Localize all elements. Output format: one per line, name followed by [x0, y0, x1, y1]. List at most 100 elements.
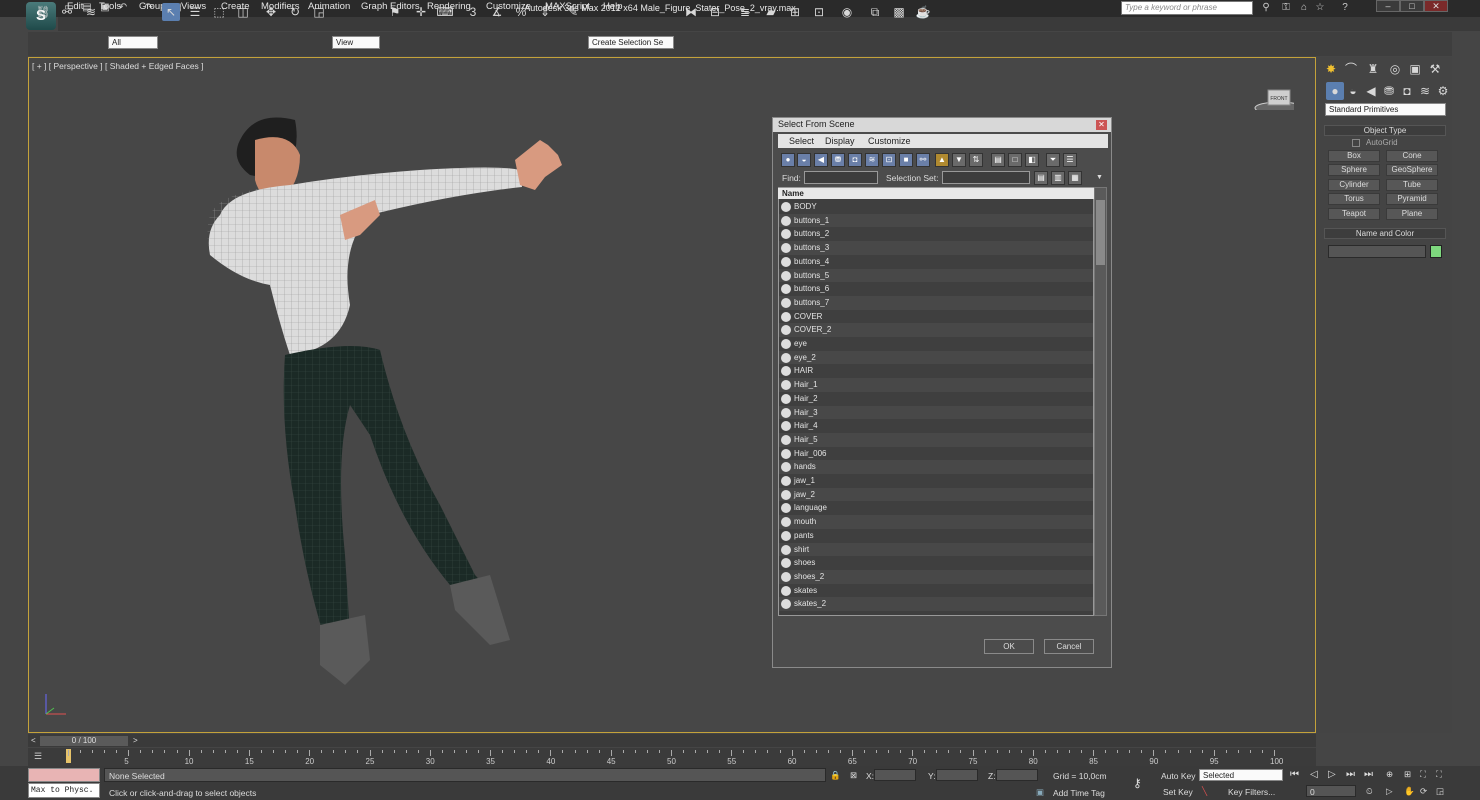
list-item[interactable]: Hair_1	[779, 378, 1093, 392]
filter-options-icon[interactable]: ☰	[1063, 153, 1077, 167]
next-frame-icon[interactable]: ⏭	[1346, 769, 1355, 780]
favorites-star-icon[interactable]: ☆	[1313, 2, 1327, 14]
filter-xrefs-icon[interactable]: ■	[899, 153, 913, 167]
auto-key-button[interactable]: Auto Key	[1161, 771, 1196, 781]
mini-curve-editor-icon[interactable]: ☰	[34, 751, 48, 762]
subscription-icon[interactable]: ⚿	[1279, 2, 1293, 14]
filter-lights-icon[interactable]: ◀	[814, 153, 828, 167]
named-selection-set-dropdown[interactable]: Create Selection Se	[588, 36, 674, 49]
scene-object-list[interactable]: BODY buttons_1 buttons_2 buttons_3 butto…	[778, 187, 1094, 616]
filter-helpers-icon[interactable]: ◘	[848, 153, 862, 167]
window-crossing-icon[interactable]: ◫	[234, 3, 252, 21]
dialog-options-chevron-icon[interactable]: ▼	[1096, 174, 1103, 181]
curve-editor-icon[interactable]: ⊞	[786, 3, 804, 21]
y-coordinate-field[interactable]	[936, 769, 978, 781]
select-invert-icon[interactable]: ◧	[1025, 153, 1039, 167]
selection-filter-dropdown[interactable]: All	[108, 36, 158, 49]
space-warps-icon[interactable]: ≋	[1416, 82, 1434, 100]
maximize-button[interactable]: □	[1400, 0, 1424, 12]
selection-set-dropdown[interactable]	[942, 171, 1030, 184]
systems-icon[interactable]: ⚙	[1434, 82, 1452, 100]
rotate-icon[interactable]: ↻	[286, 3, 304, 21]
unlink-icon[interactable]: ⚯	[58, 3, 76, 21]
filter-cameras-icon[interactable]: ⛃	[831, 153, 845, 167]
display-tab-icon[interactable]: ▣	[1406, 60, 1424, 78]
goto-start-icon[interactable]: ⏮	[1290, 769, 1299, 780]
schematic-view-icon[interactable]: ⊡	[810, 3, 828, 21]
key-mode-dropdown[interactable]: Selected	[1199, 769, 1283, 781]
move-icon[interactable]: ✥	[262, 3, 280, 21]
minimize-button[interactable]: –	[1376, 0, 1400, 12]
display-invert-icon[interactable]: ⇅	[969, 153, 983, 167]
maxscript-listener[interactable]	[28, 768, 100, 782]
display-all-icon[interactable]: ▲	[935, 153, 949, 167]
dialog-menu-customize[interactable]: Customize	[868, 136, 911, 146]
list-item[interactable]: mouth	[779, 515, 1093, 529]
list-item[interactable]: buttons_4	[779, 255, 1093, 269]
selection-lock-icon[interactable]: 🔒	[830, 770, 841, 781]
keyboard-shortcut-override-icon[interactable]: ⌨	[436, 3, 454, 21]
dialog-close-button[interactable]: ✕	[1096, 120, 1107, 130]
tube-button[interactable]: Tube	[1386, 179, 1438, 191]
list-item[interactable]: buttons_5	[779, 268, 1093, 283]
zoom-all-icon[interactable]: ⊞	[1404, 769, 1411, 780]
key-pencil-icon[interactable]: ╲	[1202, 786, 1207, 797]
goto-end-icon[interactable]: ⏭	[1364, 769, 1373, 780]
dialog-menu-display[interactable]: Display	[825, 136, 855, 146]
list-item[interactable]: language	[779, 501, 1093, 515]
list-item[interactable]: hands	[779, 460, 1093, 474]
select-manipulate-icon[interactable]: ✛	[412, 3, 430, 21]
list-item[interactable]: shoes	[779, 556, 1093, 570]
link-icon[interactable]: ⛓	[34, 3, 52, 21]
select-object-icon[interactable]: ↖	[162, 3, 180, 21]
time-tag-icon[interactable]: ▣	[1036, 787, 1044, 798]
angle-snap-icon[interactable]: ∡	[488, 3, 506, 21]
cone-button[interactable]: Cone	[1386, 150, 1438, 162]
material-editor-icon[interactable]: ◉	[838, 3, 856, 21]
pan-icon[interactable]: ✋	[1404, 786, 1415, 797]
box-button[interactable]: Box	[1328, 150, 1380, 162]
search-input[interactable]: Type a keyword or phrase	[1121, 1, 1253, 15]
previous-frame-icon[interactable]: ◁	[1310, 769, 1318, 780]
modify-tab-icon[interactable]: ⌒	[1342, 60, 1360, 78]
object-name-field[interactable]	[1328, 245, 1426, 258]
list-item[interactable]: skates	[779, 584, 1093, 598]
lights-icon[interactable]: ◀	[1362, 82, 1380, 100]
cameras-icon[interactable]: ⛃	[1380, 82, 1398, 100]
list-item[interactable]: shirt	[779, 542, 1093, 557]
list-item[interactable]: Hair_5	[779, 432, 1093, 447]
reference-coord-dropdown[interactable]: View	[332, 36, 380, 49]
dialog-menu-select[interactable]: Select	[789, 136, 814, 146]
orbit-icon[interactable]: ⟳	[1420, 786, 1427, 797]
filter-funnel-icon[interactable]: ⏷	[1046, 153, 1060, 167]
z-coordinate-field[interactable]	[996, 769, 1038, 781]
edit-named-selection-icon[interactable]: ✎	[564, 3, 582, 21]
filter-bones-icon[interactable]: ⚯	[916, 153, 930, 167]
list-item[interactable]: Hair_2	[779, 392, 1093, 406]
object-color-swatch[interactable]	[1430, 245, 1442, 258]
select-all-icon[interactable]: ▤	[991, 153, 1005, 167]
render-production-icon[interactable]: ☕	[914, 3, 932, 21]
list-item[interactable]: Hair_3	[779, 405, 1093, 420]
time-next-icon[interactable]: >	[133, 736, 138, 745]
list-scrollbar-thumb[interactable]	[1096, 200, 1105, 265]
filter-groups-icon[interactable]: ⊡	[882, 153, 896, 167]
spinner-snap-icon[interactable]: ⇕	[536, 3, 554, 21]
list-item[interactable]: Hair_006	[779, 447, 1093, 461]
list-item[interactable]: jaw_1	[779, 474, 1093, 488]
x-coordinate-field[interactable]	[874, 769, 916, 781]
align-icon[interactable]: ⊟	[706, 3, 724, 21]
time-prev-icon[interactable]: <	[31, 736, 36, 745]
list-item[interactable]: buttons_7	[779, 295, 1093, 310]
snaps-toggle-icon[interactable]: 3	[464, 3, 482, 21]
viewcube[interactable]: FRONT	[1254, 88, 1294, 110]
motion-tab-icon[interactable]: ◎	[1386, 60, 1404, 78]
play-icon[interactable]: ▷	[1328, 769, 1336, 780]
list-item[interactable]: shoes_2	[779, 569, 1093, 584]
list-item[interactable]: skates_2	[779, 597, 1093, 611]
list-item[interactable]: COVER_2	[779, 323, 1093, 337]
filter-space-warps-icon[interactable]: ≋	[865, 153, 879, 167]
list-item[interactable]: buttons_3	[779, 241, 1093, 255]
list-item[interactable]: BODY	[779, 200, 1093, 214]
help-icon[interactable]: ?	[1338, 2, 1352, 14]
